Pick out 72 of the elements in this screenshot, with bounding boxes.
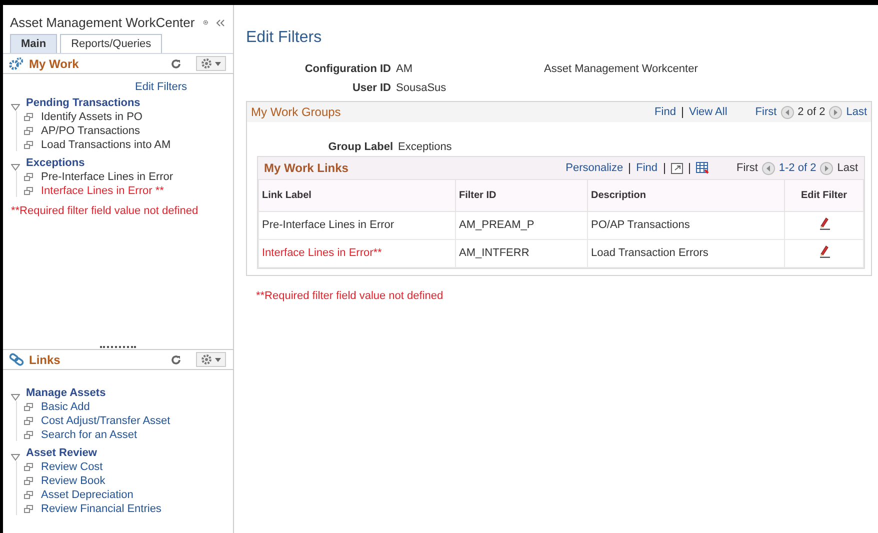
grid-title: My Work Links (264, 161, 350, 175)
previous-icon[interactable] (780, 106, 794, 118)
column-header: Filter ID (456, 180, 588, 212)
previous-icon[interactable] (762, 162, 775, 174)
page-range: 1-2 of 2 (778, 162, 816, 174)
required-field-note: **Required filter field value not defined (11, 205, 200, 217)
group-heading-link[interactable]: Exceptions (26, 157, 85, 169)
edit-filters-link[interactable]: Edit Filters (135, 81, 187, 93)
find-link[interactable]: Find (636, 162, 658, 174)
table-cell: PO/AP Transactions (588, 212, 784, 240)
splitter-handle[interactable] (100, 346, 136, 348)
workcenter-title: Asset Management WorkCenter (10, 15, 195, 30)
panel-title: My Work Groups (251, 105, 342, 119)
edit-pencil-icon[interactable] (818, 217, 830, 230)
first-label: First (736, 162, 758, 174)
options-menu-button[interactable] (196, 56, 226, 71)
work-item-link[interactable]: Review Cost (41, 461, 103, 473)
last-link[interactable]: Last (846, 106, 867, 118)
page-range: 2 of 2 (798, 106, 826, 118)
next-icon[interactable] (820, 162, 834, 174)
field-value: Exceptions (398, 141, 452, 153)
work-item-link[interactable]: Review Financial Entries (41, 503, 162, 515)
last-label: Last (837, 162, 858, 174)
settings-icon[interactable] (202, 17, 208, 28)
options-menu-button[interactable] (196, 352, 226, 367)
zoom-window-icon[interactable] (670, 162, 682, 174)
field-label: Configuration ID (304, 63, 392, 75)
required-field-note: **Required filter field value not defined (256, 290, 444, 302)
field-label: Group Label (327, 141, 394, 153)
work-item-link[interactable]: Interface Lines in Error ** (41, 185, 164, 197)
group-heading-link[interactable]: Manage Assets (26, 387, 106, 399)
work-item-link[interactable]: Identify Assets in PO (41, 111, 142, 123)
pagelet-title: Links (29, 352, 62, 366)
group-heading-link[interactable]: Pending Transactions (26, 97, 140, 109)
tab[interactable]: Main (10, 34, 58, 53)
column-header: Description (588, 180, 784, 212)
work-item-link[interactable]: AP/PO Transactions (41, 125, 140, 137)
page-title: Edit Filters (246, 29, 323, 47)
table-cell: AM_INTFERR (456, 240, 588, 268)
next-icon[interactable] (829, 106, 842, 118)
field-value: SousaSus (396, 82, 448, 94)
table-cell: Pre-Interface Lines in Error (258, 212, 456, 240)
find-link[interactable]: Find (654, 106, 676, 118)
work-item-link[interactable]: Basic Add (41, 401, 90, 413)
column-header: Edit Filter (784, 180, 864, 212)
tab[interactable]: Reports/Queries (60, 34, 162, 53)
chain-link-icon (9, 353, 24, 366)
personalize-link[interactable]: Personalize (566, 162, 624, 174)
edit-pencil-icon[interactable] (818, 245, 830, 258)
work-item-link[interactable]: Review Book (41, 475, 106, 487)
gear-icon[interactable] (201, 58, 212, 69)
field-label: User ID (351, 82, 392, 94)
table-cell: AM_PREAM_P (456, 212, 588, 240)
work-item-link[interactable]: Load Transactions into AM (41, 139, 171, 151)
refresh-icon[interactable] (171, 354, 181, 364)
gear-icon[interactable] (201, 354, 212, 365)
first-link[interactable]: First (755, 106, 777, 118)
column-header: Link Label (258, 180, 456, 212)
spreadsheet-download-icon[interactable] (696, 162, 708, 174)
table-cell: Interface Lines in Error** (258, 240, 456, 268)
field-value: AM (396, 63, 414, 75)
group-heading-link[interactable]: Asset Review (26, 447, 97, 459)
view-all-link[interactable]: View All (688, 106, 728, 118)
work-item-link[interactable]: Pre-Interface Lines in Error (41, 171, 174, 183)
work-item-link[interactable]: Search for an Asset (41, 429, 137, 441)
gears-icon (9, 56, 24, 70)
table-cell: Load Transaction Errors (588, 240, 784, 268)
work-item-link[interactable]: Asset Depreciation (41, 489, 134, 501)
work-item-link[interactable]: Cost Adjust/Transfer Asset (41, 415, 170, 427)
refresh-icon[interactable] (171, 58, 181, 68)
pagelet-title: My Work (29, 56, 80, 70)
field-description: Asset Management Workcenter (544, 63, 698, 75)
